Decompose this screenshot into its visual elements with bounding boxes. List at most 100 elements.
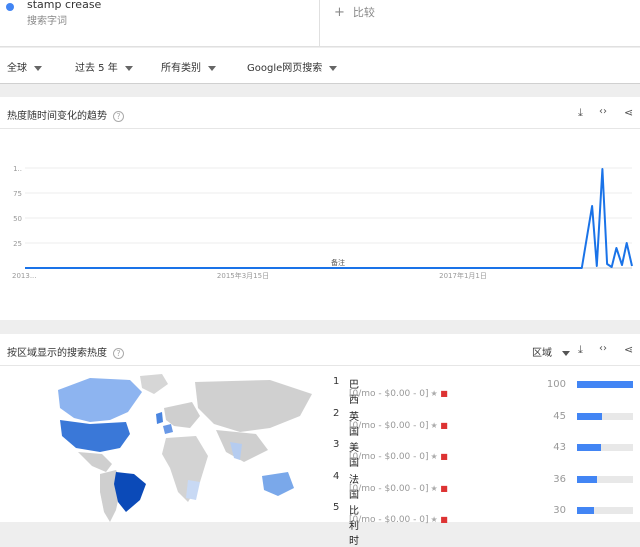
y-tick-label: 25 (13, 240, 22, 248)
region-bar-track (577, 381, 633, 388)
search-terms-bar: stamp crease 搜索字词 + 比较 (0, 0, 640, 47)
region-detail-text: [0/mo - $0.00 - 0] (349, 515, 429, 525)
x-tick-label: 2013... (12, 272, 37, 280)
region-resolution-dropdown[interactable]: 区域 (532, 344, 570, 359)
chart-annotation[interactable]: 备注 (331, 258, 345, 267)
region-bar-fill (577, 412, 603, 420)
plus-icon: + (334, 5, 345, 20)
region-value: 30 (553, 505, 566, 516)
embed-icon[interactable]: ‹› (599, 343, 607, 354)
region-detail-text: [0/mo - $0.00 - 0] (349, 452, 429, 462)
x-tick-label: 2015年3月15日 (217, 271, 269, 280)
filter-search-type-label: Google网页搜索 (247, 63, 323, 74)
map-brazil (114, 472, 146, 512)
interest-title-text: 热度随时间变化的趋势 (7, 111, 107, 122)
delete-icon[interactable]: ■ (438, 389, 448, 398)
map-africa (162, 436, 208, 502)
world-map[interactable] (30, 372, 330, 522)
filter-time-dropdown[interactable]: 过去 5 年 (75, 59, 133, 74)
filters-row: 全球 过去 5 年 所有类别 Google网页搜索 (0, 48, 640, 84)
compare-button[interactable]: + 比较 (334, 4, 375, 20)
y-tick-label: 50 (13, 215, 22, 223)
map-greenland (140, 374, 168, 394)
filter-region-dropdown[interactable]: 全球 (7, 59, 42, 74)
star-icon[interactable]: ★ (430, 389, 437, 398)
star-icon[interactable]: ★ (430, 515, 437, 524)
filter-search-type-dropdown[interactable]: Google网页搜索 (247, 59, 338, 74)
card-divider (0, 128, 640, 129)
region-card-title: 按区域显示的搜索热度? (7, 344, 124, 359)
map-france (163, 424, 173, 434)
region-detail: [0/mo - $0.00 - 0] ★ ■ (349, 515, 448, 525)
map-uk (156, 412, 163, 424)
filter-category-dropdown[interactable]: 所有类别 (161, 59, 216, 74)
download-icon[interactable]: ⤓ (578, 343, 583, 357)
region-detail: [0/mo - $0.00 - 0] ★ ■ (349, 484, 448, 494)
interest-line-chart: 1.. 75 50 25 2013... 2015年3月15日 2017年1月1日 备注 (12, 165, 633, 280)
delete-icon[interactable]: ■ (438, 452, 448, 461)
region-rank: 3 (333, 439, 340, 450)
region-value: 43 (553, 442, 566, 453)
caret-down-icon (124, 65, 133, 71)
region-rank: 4 (333, 470, 340, 482)
interest-by-region-card: 按区域显示的搜索热度? 区域 ⤓ ‹› ⋖ 1 巴西 [0/mo - $0.00 -… (0, 334, 640, 547)
term-subtitle: 搜索字词 (27, 16, 67, 27)
region-detail: [0/mo - $0.00 - 0] ★ ■ (349, 452, 448, 462)
delete-icon[interactable]: ■ (438, 515, 448, 524)
region-rank: 5 (333, 502, 340, 513)
star-icon[interactable]: ★ (430, 421, 437, 430)
region-rank: 1 (333, 376, 340, 387)
map-africa-south (186, 480, 200, 500)
interest-card-title: 热度随时间变化的趋势? (7, 107, 124, 122)
region-detail-text: [0/mo - $0.00 - 0] (349, 389, 429, 399)
term-color-dot (6, 3, 14, 11)
map-australia (262, 472, 294, 496)
term-name[interactable]: stamp crease (27, 0, 101, 11)
share-icon[interactable]: ⋖ (624, 343, 633, 356)
caret-down-icon (329, 65, 338, 71)
region-title-text: 按区域显示的搜索热度 (7, 348, 107, 359)
y-tick-label: 75 (13, 190, 22, 198)
share-icon[interactable]: ⋖ (624, 106, 633, 119)
delete-icon[interactable]: ■ (438, 421, 448, 430)
compare-label: 比较 (352, 6, 375, 19)
filter-category-label: 所有类别 (161, 63, 201, 74)
star-icon[interactable]: ★ (430, 484, 437, 493)
card-divider (0, 365, 640, 366)
embed-icon[interactable]: ‹› (599, 106, 607, 117)
map-mexico (78, 452, 112, 472)
region-rank: 2 (333, 407, 340, 419)
filter-region-label: 全球 (7, 63, 27, 74)
map-asia-south (216, 430, 268, 462)
download-icon[interactable]: ⤓ (578, 106, 583, 120)
region-detail: [0/mo - $0.00 - 0] ★ ■ (349, 389, 448, 399)
region-bar-fill (577, 507, 594, 514)
map-europe (164, 402, 200, 428)
region-bar-track (577, 412, 633, 420)
region-bar-fill (577, 381, 633, 388)
region-bar-fill (577, 475, 598, 483)
region-bar-fill (577, 444, 602, 451)
region-detail-text: [0/mo - $0.00 - 0] (349, 483, 429, 494)
region-value: 100 (546, 379, 566, 390)
filter-time-label: 过去 5 年 (75, 63, 118, 74)
star-icon[interactable]: ★ (430, 452, 437, 461)
map-usa (60, 420, 130, 452)
help-icon[interactable]: ? (113, 110, 124, 122)
region-bar-track (577, 475, 633, 483)
region-detail-text: [0/mo - $0.00 - 0] (349, 420, 429, 431)
region-bar-track (577, 507, 633, 514)
help-icon[interactable]: ? (113, 347, 124, 359)
region-select-label: 区域 (532, 348, 552, 359)
region-value: 45 (553, 410, 566, 422)
region-value: 36 (553, 473, 566, 485)
caret-down-icon (562, 350, 570, 356)
map-canada (58, 378, 142, 422)
region-bar-track (577, 444, 633, 451)
y-tick-label: 1.. (13, 165, 22, 173)
delete-icon[interactable]: ■ (438, 484, 448, 493)
caret-down-icon (208, 65, 216, 71)
map-russia-asia (195, 380, 312, 432)
x-tick-label: 2017年1月1日 (439, 271, 487, 280)
search-term-chip[interactable]: stamp crease 搜索字词 (0, 0, 320, 46)
